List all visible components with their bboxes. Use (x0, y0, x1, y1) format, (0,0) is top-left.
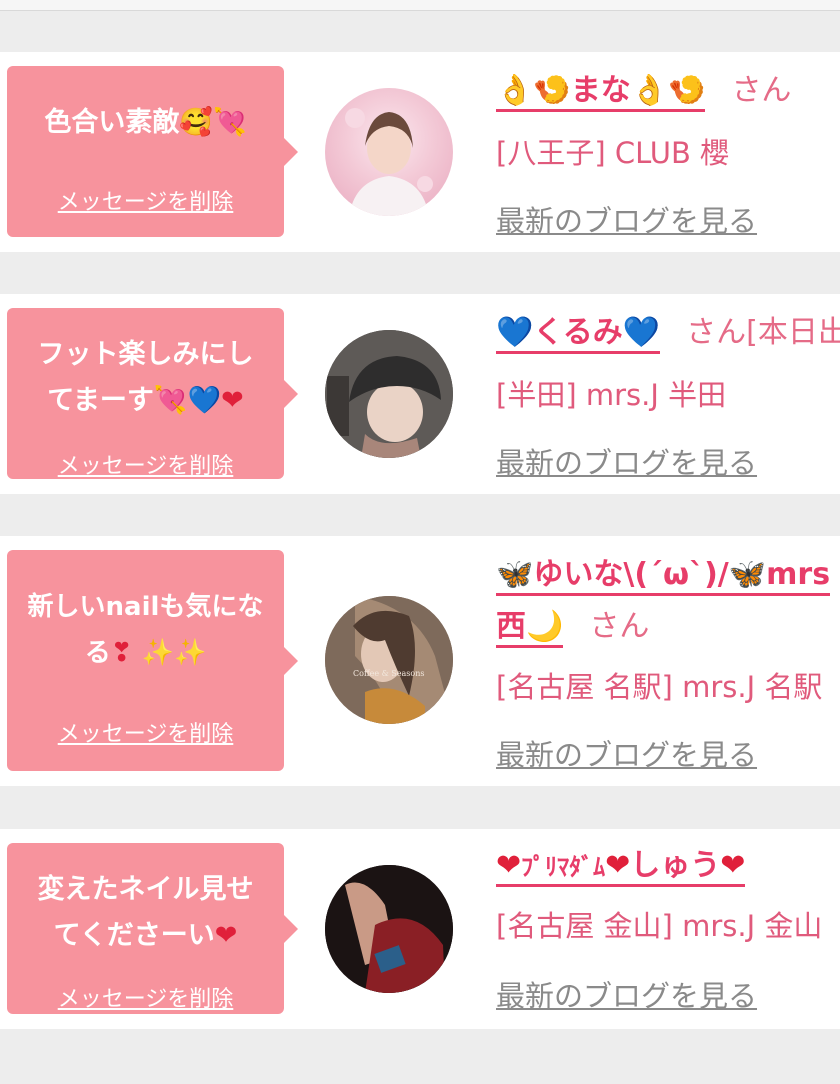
cast-name-link[interactable]: 🦋ゆいな\(´ω`)/🦋mrs (496, 554, 831, 596)
cast-name-link[interactable]: 💙くるみ💙 さん[本日出 (496, 312, 840, 354)
cast-name-link[interactable]: 👌🍤まな👌🍤 さん (496, 70, 791, 112)
smiling-face-with-hearts-icon: 🥰 (179, 107, 213, 138)
shop-name: [半田] mrs.J 半田 (496, 378, 727, 412)
butterfly-icon: 🦋 (728, 557, 767, 592)
red-heart-icon: ❤ (720, 848, 746, 883)
avatar-image (325, 330, 453, 458)
moon-icon: 🌙 (526, 609, 564, 644)
message-bubble: 変えたネイル見せ てくださーい❤ メッセージを削除 (7, 843, 298, 1014)
shop-name: [名古屋 名駅] mrs.J 名駅 (496, 670, 823, 704)
message-bubble: フット楽しみにし てまーす💘💙❤ メッセージを削除 (7, 308, 298, 480)
latest-blog-link[interactable]: 最新のブログを見る (496, 973, 757, 1015)
fried-shrimp-icon: 🍤 (533, 73, 571, 108)
avatar-image (345, 108, 433, 216)
message-bubble: 新しいnailも気にな る❣ ✨✨ メッセージを削除 (7, 550, 298, 771)
red-heart-icon: ❤ (214, 920, 238, 951)
message-card: 変えたネイル見せ てくださーい❤ メッセージを削除 ❤ﾌﾟﾘﾏﾀﾞﾑ❤しゅう❤ … (0, 829, 840, 1029)
message-text: 新しいnailも気にな る❣ ✨✨ (27, 592, 264, 668)
blue-heart-icon: 💙 (622, 315, 661, 350)
heart-exclamation-icon: ❣ (110, 638, 133, 668)
sparkles-icon: ✨ (173, 638, 207, 668)
delete-message-link[interactable]: メッセージを削除 (7, 981, 284, 1013)
name-suffix: さん (731, 73, 792, 108)
cast-name-link[interactable]: ❤ﾌﾟﾘﾏﾀﾞﾑ❤しゅう❤ (496, 845, 746, 888)
message-card: フット楽しみにし てまーす💘💙❤ メッセージを削除 💙くるみ💙 さん[本日出 [半… (0, 294, 840, 494)
cast-name-link-line2[interactable]: 西🌙 さん (496, 606, 649, 648)
name-suffix: さん[本日出 (686, 315, 840, 350)
latest-blog-link[interactable]: 最新のブログを見る (496, 732, 757, 774)
butterfly-icon: 🦋 (496, 557, 534, 592)
shop-name: [八王子] CLUB 櫻 (496, 136, 730, 170)
message-text: 変えたネイル見せ てくださーい❤ (37, 874, 254, 951)
ok-hand-icon: 👌 (630, 73, 669, 108)
avatar[interactable]: Coffee & Seasons (325, 596, 453, 724)
blue-heart-icon: 💙 (496, 315, 534, 350)
latest-blog-link[interactable]: 最新のブログを見る (496, 440, 757, 482)
avatar[interactable] (325, 865, 453, 993)
red-heart-icon: ❤ (605, 848, 631, 883)
heart-with-arrow-icon: 💘 (153, 385, 188, 416)
ok-hand-icon: 👌 (496, 73, 534, 108)
message-text: 色合い素敵🥰💘 (44, 107, 247, 138)
message-card: 新しいnailも気にな る❣ ✨✨ メッセージを削除 Coffee & Seas… (0, 536, 840, 786)
message-text: フット楽しみにし てまーす💘💙❤ (37, 339, 254, 416)
delete-message-link[interactable]: メッセージを削除 (7, 716, 284, 748)
shop-name: [名古屋 金山] mrs.J 金山 (496, 909, 823, 943)
delete-message-link[interactable]: メッセージを削除 (7, 448, 284, 480)
message-bubble: 色合い素敵🥰💘 メッセージを削除 (7, 66, 298, 237)
red-heart-icon: ❤ (221, 385, 244, 416)
message-card: 色合い素敵🥰💘 メッセージを削除 👌🍤まな👌🍤 さん [八王子] CLUB 櫻 最… (0, 52, 840, 252)
avatar-image (325, 865, 453, 993)
avatar[interactable] (325, 330, 453, 458)
latest-blog-link[interactable]: 最新のブログを見る (496, 198, 757, 240)
name-suffix: さん (589, 609, 650, 644)
sparkles-icon: ✨ (141, 638, 174, 668)
top-divider (0, 0, 840, 11)
fried-shrimp-icon: 🍤 (668, 73, 706, 108)
blue-heart-icon: 💙 (187, 385, 222, 416)
avatar[interactable] (325, 88, 453, 216)
heart-with-arrow-icon: 💘 (213, 107, 247, 138)
red-heart-icon: ❤ (496, 848, 522, 883)
delete-message-link[interactable]: メッセージを削除 (7, 184, 284, 216)
svg-text:Coffee & Seasons: Coffee & Seasons (353, 669, 424, 678)
avatar-image: Coffee & Seasons (325, 596, 453, 724)
